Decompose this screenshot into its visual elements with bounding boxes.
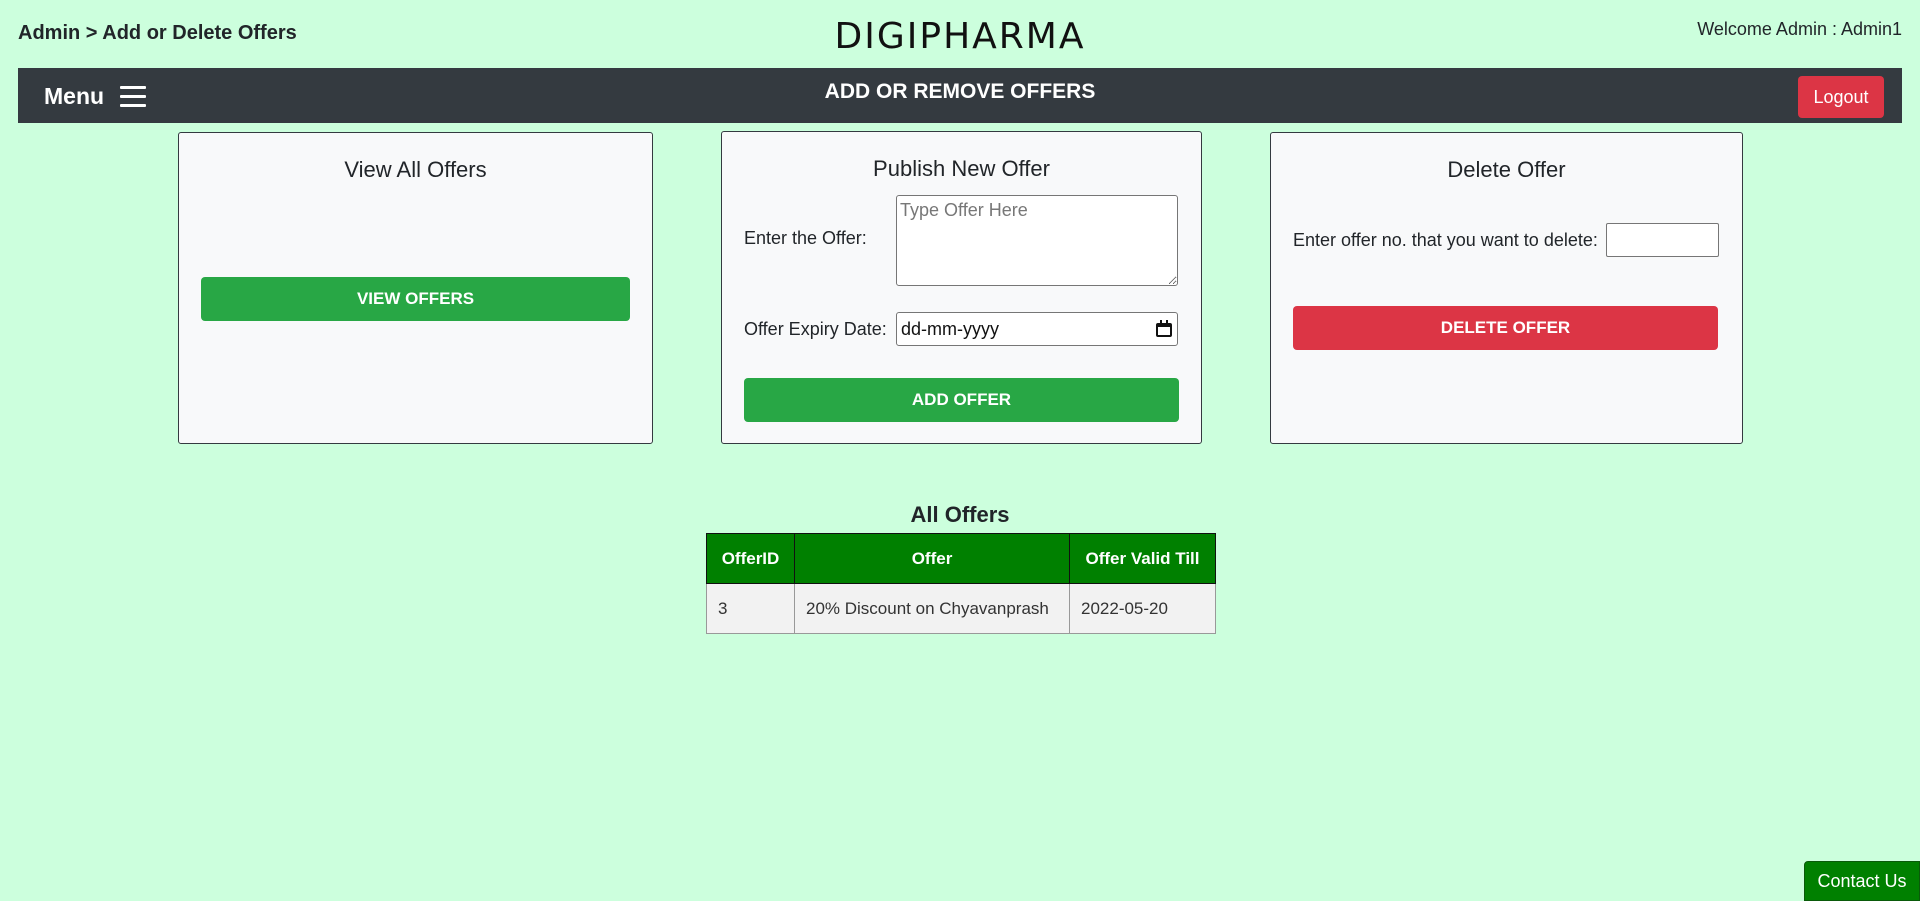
- offers-table: OfferID Offer Offer Valid Till 3 20% Dis…: [706, 533, 1216, 634]
- menu-label: Menu: [44, 82, 105, 109]
- cell-offer: 20% Discount on Chyavanprash: [794, 583, 1070, 634]
- menu-button[interactable]: Menu: [44, 80, 147, 112]
- navbar: Menu ADD OR REMOVE OFFERS Logout: [18, 68, 1902, 123]
- calendar-icon[interactable]: [1155, 320, 1173, 338]
- delete-offer-card: Delete Offer Enter offer no. that you wa…: [1270, 132, 1743, 444]
- expiry-label: Offer Expiry Date:: [744, 319, 887, 339]
- offer-textarea[interactable]: [896, 195, 1178, 286]
- delete-offer-label: Enter offer no. that you want to delete:: [1293, 230, 1598, 250]
- delete-offer-input[interactable]: [1606, 223, 1719, 257]
- view-offers-button[interactable]: VIEW OFFERS: [201, 277, 630, 321]
- table-row: 3 20% Discount on Chyavanprash 2022-05-2…: [706, 583, 1216, 634]
- page: Admin > Add or Delete Offers DIGIPHARMA …: [0, 0, 1920, 901]
- expiry-date-value: dd-mm-yyyy: [901, 318, 999, 339]
- cell-offer-id: 3: [706, 583, 795, 634]
- delete-offer-title: Delete Offer: [1447, 157, 1566, 182]
- table-header-row: OfferID Offer Offer Valid Till: [706, 533, 1216, 584]
- page-title: ADD OR REMOVE OFFERS: [824, 80, 1096, 103]
- publish-offer-title: Publish New Offer: [873, 156, 1050, 181]
- column-header-offer-id: OfferID: [706, 533, 795, 584]
- add-offer-button[interactable]: ADD OFFER: [744, 378, 1179, 422]
- breadcrumb: Admin > Add or Delete Offers: [18, 22, 297, 44]
- cell-valid-till: 2022-05-20: [1069, 583, 1216, 634]
- welcome-text: Welcome Admin : Admin1: [1697, 19, 1902, 39]
- publish-offer-card: Publish New Offer Enter the Offer: Offer…: [721, 131, 1202, 444]
- offer-label: Enter the Offer:: [744, 228, 867, 248]
- contact-us-button[interactable]: Contact Us: [1804, 861, 1920, 901]
- column-header-valid-till: Offer Valid Till: [1069, 533, 1216, 584]
- logout-button[interactable]: Logout: [1798, 76, 1884, 118]
- expiry-date-input[interactable]: dd-mm-yyyy: [896, 312, 1178, 346]
- view-offers-card: View All Offers VIEW OFFERS: [178, 132, 653, 444]
- hamburger-icon[interactable]: [120, 84, 147, 108]
- view-offers-title: View All Offers: [344, 157, 487, 182]
- column-header-offer: Offer: [794, 533, 1070, 584]
- delete-offer-button[interactable]: DELETE OFFER: [1293, 306, 1718, 350]
- all-offers-heading: All Offers: [910, 502, 1010, 527]
